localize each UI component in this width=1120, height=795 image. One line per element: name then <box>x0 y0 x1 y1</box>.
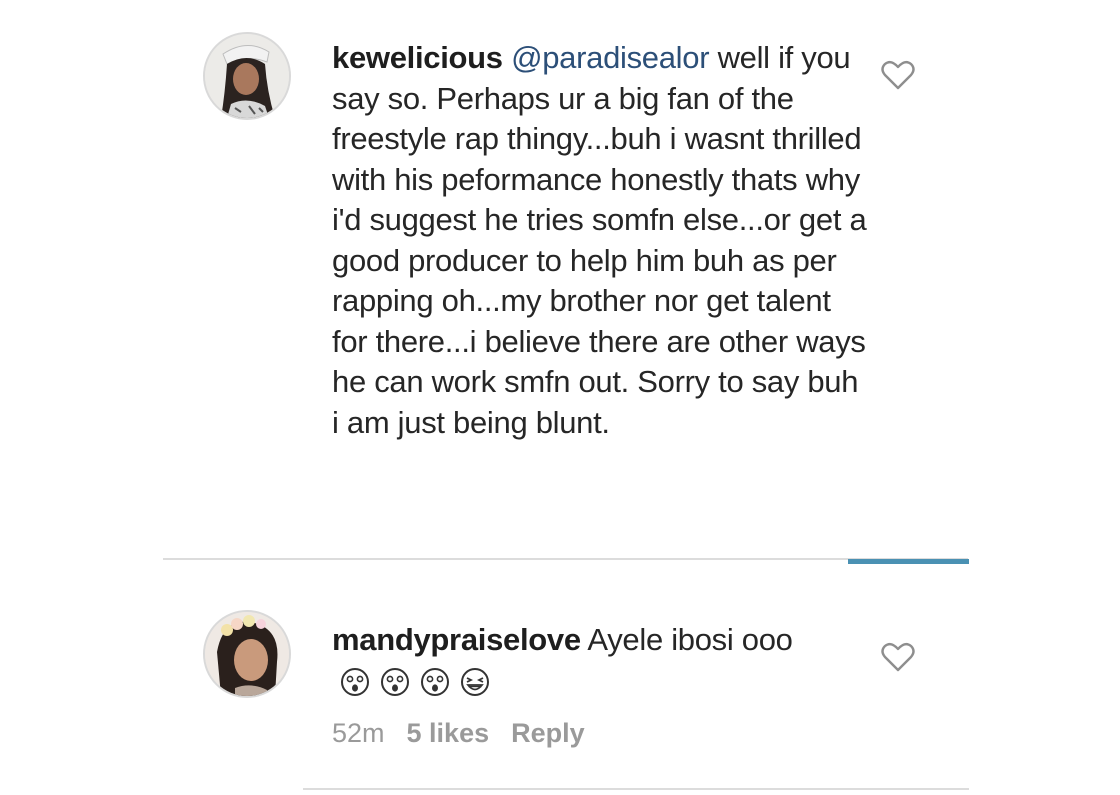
comment-username[interactable]: kewelicious <box>332 40 503 75</box>
comment-body: Ayele ibosi ooo <box>580 622 793 657</box>
comment-text: kewelicious @paradisealor well if you sa… <box>332 38 872 443</box>
comment-text: mandypraiselove Ayele ibosi ooo <box>332 620 872 701</box>
user-avatar-icon <box>205 34 289 118</box>
heart-outline-icon <box>881 60 915 90</box>
likes-count[interactable]: 5 likes <box>407 718 490 749</box>
astonished-face-icon <box>341 667 369 696</box>
comment-meta: 52m 5 likes Reply <box>332 718 585 749</box>
like-button[interactable] <box>881 60 917 92</box>
comment-body: well if you say so. Perhaps ur a big fan… <box>332 40 867 440</box>
comment-item: kewelicious @paradisealor well if you sa… <box>0 0 1120 560</box>
reply-button[interactable]: Reply <box>511 718 585 749</box>
avatar[interactable] <box>203 32 291 120</box>
avatar[interactable] <box>203 610 291 698</box>
comment-time: 52m <box>332 718 385 748</box>
grinning-squint-face-icon <box>461 667 489 696</box>
astonished-face-icon <box>421 667 449 696</box>
divider <box>303 788 969 790</box>
comment-item: mandypraiselove Ayele ibosi ooo 52m 5 li… <box>0 590 1120 780</box>
user-avatar-icon <box>205 612 289 696</box>
heart-outline-icon <box>881 642 915 672</box>
astonished-face-icon <box>381 667 409 696</box>
emoji-row <box>340 667 490 697</box>
comment-mention[interactable]: @paradisealor <box>511 40 709 75</box>
comment-username[interactable]: mandypraiselove <box>332 622 581 657</box>
active-indicator <box>848 559 969 564</box>
like-button[interactable] <box>881 642 917 674</box>
